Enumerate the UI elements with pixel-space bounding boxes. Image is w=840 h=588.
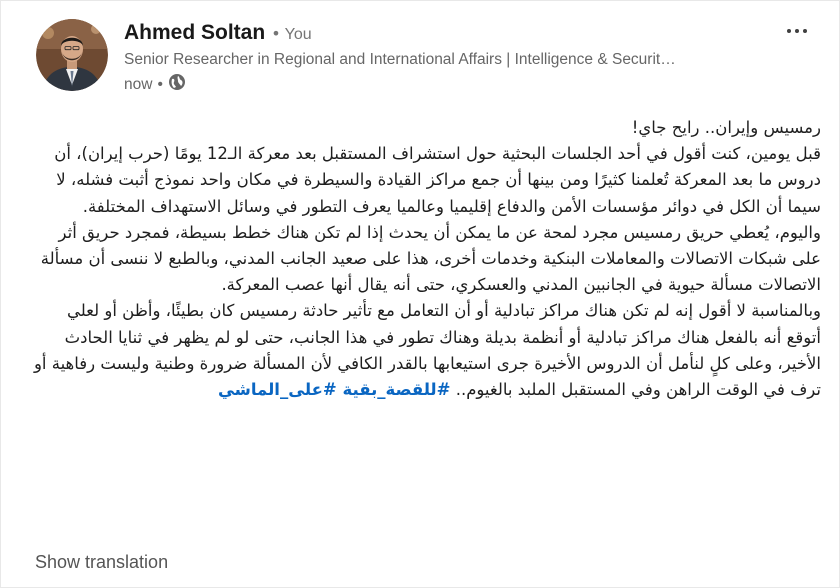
globe-icon: [168, 73, 186, 96]
post-paragraph: قبل يومين، كنت أقول في أحد الجلسات البحث…: [54, 144, 821, 216]
hashtag-link[interactable]: #للقصة_بقية #على_الماشي: [218, 380, 451, 399]
author-headline: Senior Researcher in Regional and Intern…: [124, 51, 676, 68]
post-paragraph: واليوم، يُعطي حريق رمسيس مجرد لمحة عن ما…: [40, 222, 821, 295]
show-translation-button[interactable]: Show translation: [35, 552, 168, 573]
more-dot: [795, 29, 799, 33]
post-header: Ahmed Soltan • You Senior Researcher in …: [36, 19, 764, 96]
profile-photo: [36, 19, 108, 91]
post-paragraph: وبالمناسبة لا أقول إنه لم تكن هناك مراكز…: [31, 298, 821, 403]
separator-dot: •: [157, 75, 163, 93]
post-paragraph: رمسيس وإيران.. رايح جاي!: [631, 118, 821, 137]
more-options-button[interactable]: [781, 15, 813, 47]
you-label: You: [284, 26, 312, 43]
post-time-row: now •: [124, 73, 764, 96]
avatar[interactable]: [36, 19, 108, 91]
more-dot: [787, 29, 791, 33]
name-row: Ahmed Soltan • You: [124, 21, 764, 45]
more-dot: [803, 29, 807, 33]
author-name[interactable]: Ahmed Soltan: [124, 21, 265, 45]
post-body: رمسيس وإيران.. رايح جاي! قبل يومين، كنت …: [31, 115, 821, 403]
post-time: now: [124, 75, 153, 93]
author-meta: Ahmed Soltan • You Senior Researcher in …: [124, 21, 764, 96]
post-card: Ahmed Soltan • You Senior Researcher in …: [0, 0, 840, 588]
separator-dot: •: [271, 24, 281, 43]
